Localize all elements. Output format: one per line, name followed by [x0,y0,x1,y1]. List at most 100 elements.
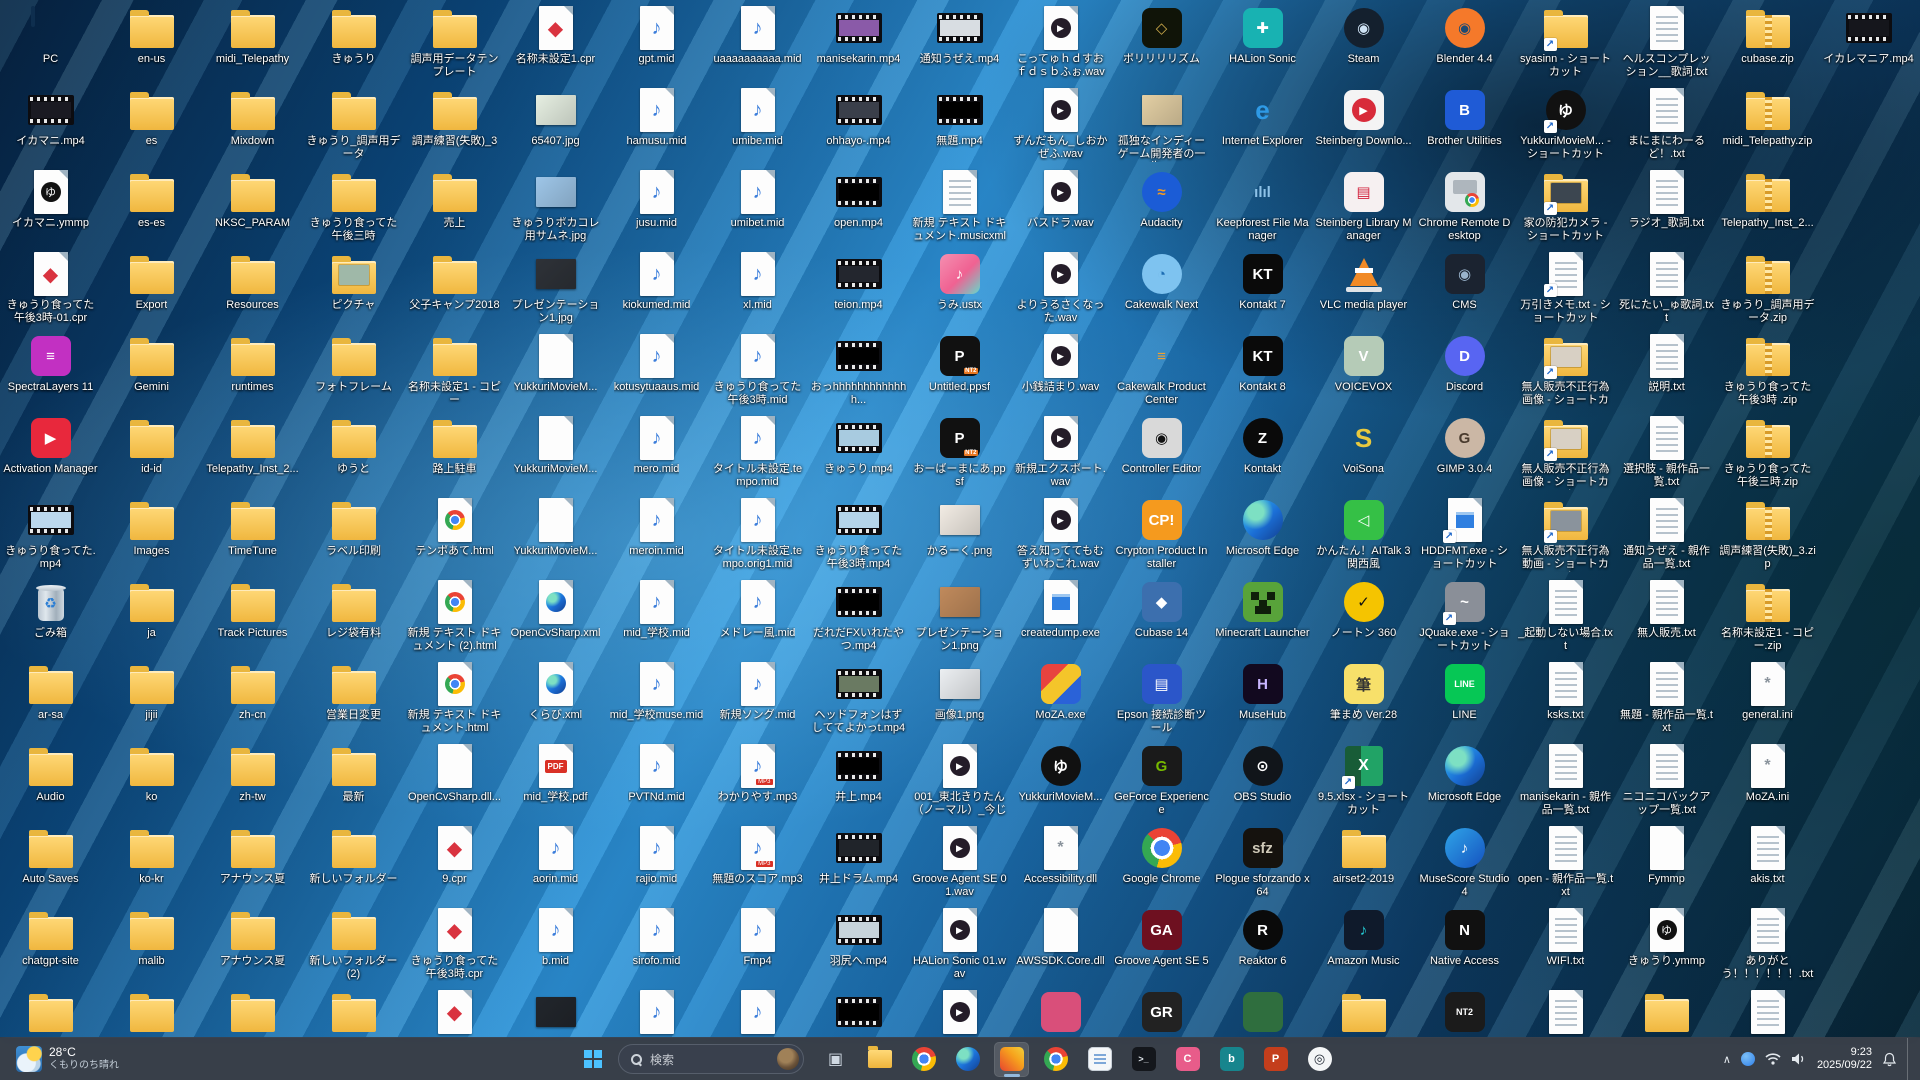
desktop-icon[interactable]: ≡ Cakewalk Product Center [1111,328,1212,410]
desktop-icon[interactable]: ♪ uaaaaaaaaaa.mid [707,0,808,82]
desktop-icon[interactable]: ◆ きゅうり食ってた午後3時.cpr [404,902,505,984]
desktop-icon[interactable]: レジ袋有料 [303,574,404,656]
desktop-icon[interactable]: ▶ よりうるさくなった.wav [1010,246,1111,328]
desktop-icon[interactable]: 井上ドラム.mp4 [808,820,909,902]
desktop-icon[interactable]: ♪ [606,984,707,1038]
desktop-icon[interactable]: ♪ umibe.mid [707,82,808,164]
desktop-icon[interactable]: ◉ Controller Editor [1111,410,1212,492]
desktop-icon[interactable]: ♪ MP3 わかりやす.mp3 [707,738,808,820]
desktop-icon[interactable] [101,984,202,1038]
desktop-icon[interactable]: ≡ SpectraLayers 11 [0,328,101,410]
desktop-icon[interactable]: ▶ 新規エクスポート.wav [1010,410,1111,492]
desktop-icon[interactable]: 羽尻へ.mp4 [808,902,909,984]
taskbar-app-chrome-profile[interactable] [1038,1042,1073,1077]
desktop-icon[interactable]: ksks.txt [1515,656,1616,738]
desktop-icon[interactable]: 無人販売不正行為画像 - ショートカッ... [1515,328,1616,410]
desktop-icon[interactable]: ゆうと [303,410,404,492]
taskbar-app-powerpoint[interactable]: P [1258,1042,1293,1077]
desktop-icon[interactable]: P NT2 Untitled.ppsf [909,328,1010,410]
desktop-icon[interactable]: だれだFXいれたやつ.mp4 [808,574,909,656]
desktop-icon[interactable]: OpenCvSharp.dll... [404,738,505,820]
desktop-icon[interactable]: ♪ mero.mid [606,410,707,492]
taskbar-app-terminal[interactable]: >_ [1126,1042,1161,1077]
desktop-icon[interactable]: ♪ hamusu.mid [606,82,707,164]
desktop-icon[interactable]: ♻ ごみ箱 [0,574,101,656]
desktop-icon[interactable]: Images [101,492,202,574]
desktop-icon[interactable]: * Accessibility.dll [1010,820,1111,902]
taskbar-app-chatgpt[interactable]: ◎ [1302,1042,1337,1077]
desktop-icon[interactable]: X 9.5.xlsx - ショートカット [1313,738,1414,820]
desktop-icon[interactable]: es [101,82,202,164]
desktop-icon[interactable]: sfz Plogue sforzando x64 [1212,820,1313,902]
desktop-icon[interactable]: ~ JQuake.exe - ショートカット [1414,574,1515,656]
desktop-icon[interactable] [0,984,101,1038]
desktop-icon[interactable]: まにまにわーるど！.txt [1616,82,1717,164]
desktop-icon[interactable]: 新しいフォルダー [303,820,404,902]
desktop-icon[interactable]: G GeForce Experience [1111,738,1212,820]
desktop-icon[interactable]: ♪ mid_学校muse.mid [606,656,707,738]
desktop-icon[interactable]: ▶ Groove Agent SE 01.wav [909,820,1010,902]
taskbar-app-clip-studio[interactable]: C [1170,1042,1205,1077]
desktop-icon[interactable]: createdump.exe [1010,574,1111,656]
desktop-icon[interactable]: B Brother Utilities [1414,82,1515,164]
desktop-icon[interactable]: きゅうり食ってた午後三時.zip [1717,410,1818,492]
desktop-icon[interactable]: 井上.mp4 [808,738,909,820]
desktop-icon[interactable]: ♪ PVTNd.mid [606,738,707,820]
desktop-icon[interactable]: 孤独なインディーゲーム開発者の一生 ... [1111,82,1212,164]
desktop-icon[interactable]: ◔ Cakewalk Next [1111,246,1212,328]
desktop-icon[interactable]: 65407.jpg [505,82,606,164]
desktop-icon[interactable]: ✚ HALion Sonic [1212,0,1313,82]
desktop-icon[interactable]: 調声練習(失敗)_3.zip [1717,492,1818,574]
desktop-icon[interactable]: 売上 [404,164,505,246]
desktop-icon[interactable]: ılıl Keepforest File Manager [1212,164,1313,246]
desktop-icon[interactable]: GR [1111,984,1212,1038]
desktop-icon[interactable]: WIFI.txt [1515,902,1616,984]
desktop-icon[interactable]: ♪ MP3 無題のスコア.mp3 [707,820,808,902]
desktop-icon[interactable]: jijii [101,656,202,738]
desktop-icon[interactable]: ◁ かんたん！AITalk 3 関西風 [1313,492,1414,574]
desktop-icon[interactable]: midi_Telepathy.zip [1717,82,1818,164]
desktop-icon[interactable]: 新規 テキスト ドキュメント.html [404,656,505,738]
desktop-icon[interactable]: Auto Saves [0,820,101,902]
desktop-icon[interactable]: syasinn - ショートカット [1515,0,1616,82]
desktop-icon[interactable]: Z Kontakt [1212,410,1313,492]
desktop-icon[interactable]: Fymmp [1616,820,1717,902]
desktop-icon[interactable]: 画像1.png [909,656,1010,738]
desktop-icon[interactable]: ♪ kiokumed.mid [606,246,707,328]
hidden-icons-chevron-icon[interactable]: ∧ [1723,1053,1731,1066]
desktop-icon[interactable]: きゅうり [303,0,404,82]
desktop-icon[interactable]: VLC media player [1313,246,1414,328]
desktop-icon[interactable]: ゆイカマニ.ymmp [0,164,101,246]
desktop-icon[interactable]: NT2 [1414,984,1515,1038]
desktop-icon[interactable]: akis.txt [1717,820,1818,902]
desktop-icon[interactable]: ♪ タイトル未設定.tempo.mid [707,410,808,492]
wifi-icon[interactable] [1765,1052,1781,1066]
desktop-icon[interactable]: イカマニ.mp4 [0,82,101,164]
desktop-icon[interactable]: くらび.xml [505,656,606,738]
desktop-icon[interactable]: H MuseHub [1212,656,1313,738]
desktop-icon[interactable]: ◆ Cubase 14 [1111,574,1212,656]
desktop-icon[interactable]: 営業日変更 [303,656,404,738]
desktop-icon[interactable]: airset2-2019 [1313,820,1414,902]
desktop-icon[interactable]: ♪ 新規ソング.mid [707,656,808,738]
desktop-icon[interactable]: ♪ mid_学校.mid [606,574,707,656]
desktop-icon[interactable]: en-us [101,0,202,82]
desktop-icon[interactable]: ♪ rajio.mid [606,820,707,902]
desktop-icon[interactable]: ◆ 9.cpr [404,820,505,902]
desktop-icon[interactable]: KT Kontakt 7 [1212,246,1313,328]
desktop-icon[interactable]: ヘッドフォンはずしててよかっt.mp4 [808,656,909,738]
desktop-icon[interactable]: es-es [101,164,202,246]
desktop-icon[interactable]: YukkuriMovieM... [505,410,606,492]
desktop-icon[interactable]: イカレマニア.mp4 [1818,0,1919,82]
desktop-icon[interactable]: Chrome Remote Desktop [1414,164,1515,246]
start-button[interactable] [576,1042,610,1076]
desktop-icon[interactable]: malib [101,902,202,984]
desktop-icon[interactable]: 調声練習(失敗)_3 [404,82,505,164]
desktop-icon[interactable]: プレゼンテーション1.jpg [505,246,606,328]
desktop-icon[interactable]: ♪ jusu.mid [606,164,707,246]
taskbar-app-edge[interactable] [950,1042,985,1077]
desktop-icon[interactable]: ♪ kotusytuaaus.mid [606,328,707,410]
desktop-icon[interactable]: cubase.zip [1717,0,1818,82]
taskbar-app-teal-audio-app[interactable]: b [1214,1042,1249,1077]
desktop-icon[interactable]: S VoiSona [1313,410,1414,492]
